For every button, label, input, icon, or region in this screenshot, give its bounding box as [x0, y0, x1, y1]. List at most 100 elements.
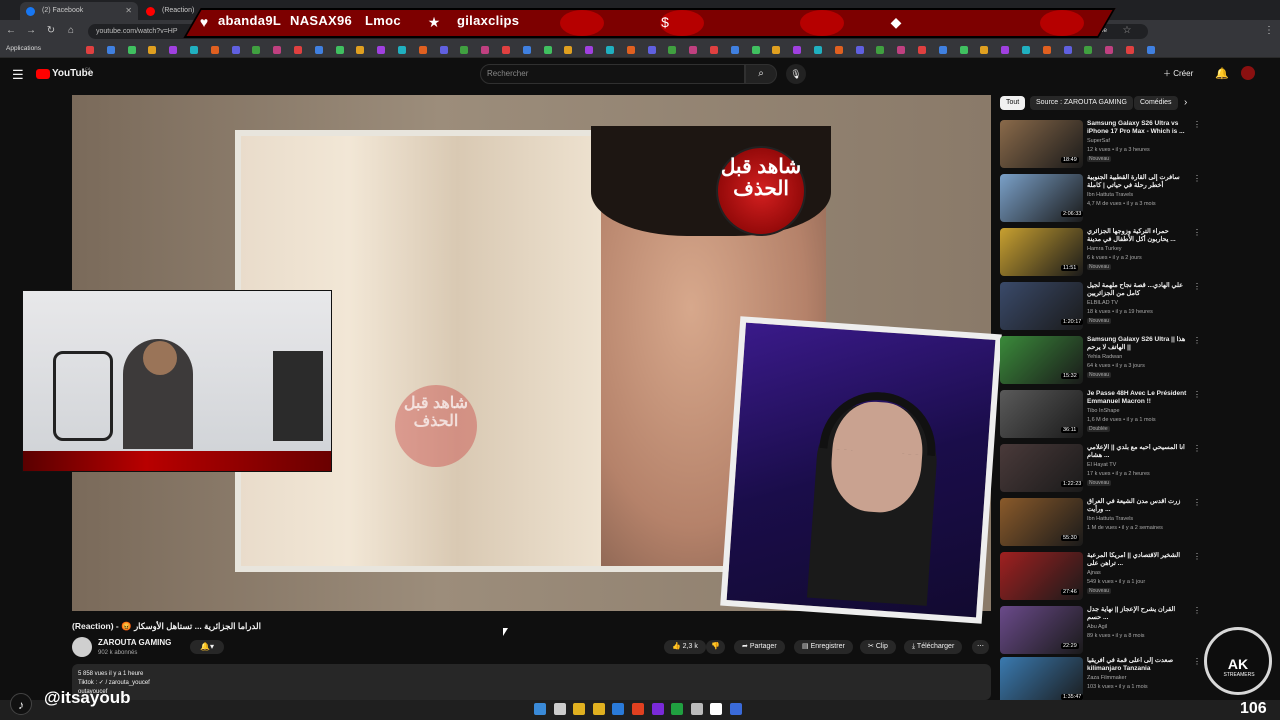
more-options-icon[interactable]: ⋮ — [1193, 552, 1201, 561]
more-options-icon[interactable]: ⋮ — [1193, 498, 1201, 507]
bookmark-icon[interactable] — [273, 46, 282, 54]
bookmark-icon[interactable] — [398, 46, 406, 54]
bookmark-icon[interactable] — [1063, 46, 1072, 54]
avatar[interactable] — [1241, 66, 1255, 80]
like-button[interactable]: 👍 2,3 k — [664, 640, 706, 654]
tab-reaction[interactable]: (Reaction) — [140, 2, 194, 20]
bookmark-icon[interactable] — [647, 46, 656, 54]
bookmark-icon[interactable] — [481, 46, 490, 54]
bookmark-icon[interactable] — [502, 46, 510, 54]
bookmark-icon[interactable] — [710, 46, 718, 54]
bookmark-icon[interactable] — [1146, 46, 1155, 54]
bookmark-icon[interactable] — [1126, 46, 1134, 54]
mic-icon[interactable]: 🎙 — [786, 64, 806, 84]
recommendation-item[interactable]: 18:49 Samsung Galaxy S26 Ultra vs iPhone … — [1000, 120, 1201, 172]
bookmark-applications[interactable]: Applications — [6, 45, 41, 52]
recommendation-item[interactable]: 1:20:17 علي الهادي... قصة نجاح ملهمة لجيل… — [1000, 282, 1201, 334]
bookmark-icon[interactable] — [1001, 46, 1010, 54]
bookmark-icon[interactable] — [127, 46, 136, 54]
app-icon[interactable] — [710, 703, 723, 715]
dislike-button[interactable]: 👎 — [706, 640, 725, 654]
bookmark-icon[interactable] — [460, 46, 469, 54]
recommendation-title[interactable]: زرت أقدس مدن الشيعة في العراق ورأيت ... — [1087, 498, 1187, 514]
recommendation-channel[interactable]: Zaza Filmmaker — [1087, 675, 1126, 681]
bookmark-icon[interactable] — [169, 46, 178, 54]
bookmark-icon[interactable] — [585, 46, 594, 54]
bookmark-icon[interactable] — [793, 46, 802, 54]
recommendation-title[interactable]: Samsung Galaxy S26 Ultra vs iPhone 17 Pr… — [1087, 120, 1187, 136]
discord-icon[interactable] — [651, 703, 664, 715]
bookmark-icon[interactable] — [356, 46, 365, 54]
share-button[interactable]: ➦ Partager — [734, 640, 785, 654]
recommendation-title[interactable]: علي الهادي... قصة نجاح ملهمة لجيل كامل م… — [1087, 282, 1187, 298]
recommendation-item[interactable]: 15:32 Samsung Galaxy S26 Ultra || هذا اله… — [1000, 336, 1201, 388]
more-options-icon[interactable]: ⋮ — [1193, 606, 1201, 615]
home-icon[interactable]: ⌂ — [64, 24, 78, 38]
recommendation-title[interactable]: سافرت إلى القارة القطبية الجنوبية أخطر ر… — [1087, 174, 1187, 190]
bookmark-icon[interactable] — [814, 46, 822, 54]
bookmark-icon[interactable] — [1084, 46, 1093, 54]
bookmark-icon[interactable] — [148, 46, 157, 54]
bookmark-icon[interactable] — [606, 46, 614, 54]
chip-all[interactable]: Tout — [1000, 96, 1026, 110]
video-description[interactable]: 5 858 vues il y a 1 heure Tiktok : ✓ / z… — [72, 664, 991, 700]
bookmark-icon[interactable] — [626, 46, 635, 54]
bookmark-icon[interactable] — [564, 46, 573, 54]
more-options-icon[interactable]: ⋮ — [1193, 120, 1201, 129]
bookmark-icon[interactable] — [834, 46, 843, 54]
bookmark-icon[interactable] — [689, 46, 698, 54]
reload-icon[interactable]: ↻ — [44, 24, 58, 38]
more-options-icon[interactable]: ⋮ — [1193, 228, 1201, 237]
windows-start-icon[interactable] — [534, 703, 546, 715]
bookmark-icon[interactable] — [231, 46, 240, 54]
bookmark-icon[interactable] — [897, 46, 906, 54]
search-input[interactable]: Rechercher — [480, 64, 745, 84]
recommendation-channel[interactable]: ELBILAD TV — [1087, 300, 1118, 306]
search-icon[interactable] — [553, 703, 566, 715]
recommendation-title[interactable]: Je Passe 48H Avec Le Président Emmanuel … — [1087, 390, 1187, 406]
recommendation-title[interactable]: القرآن يشرح الإعجاز || نهاية جدل حسم ... — [1087, 606, 1187, 622]
more-options-icon[interactable]: ⋮ — [1193, 282, 1201, 291]
bookmark-icon[interactable] — [668, 46, 677, 54]
star-icon[interactable]: ☆ — [1120, 24, 1134, 38]
channel-name[interactable]: ZAROUTA GAMING — [98, 638, 171, 647]
more-options-icon[interactable]: ⋮ — [1193, 390, 1201, 399]
bell-icon[interactable]: 🔔 — [1215, 67, 1229, 80]
recommendation-title[interactable]: أنا المسيحي أحبه مع بلدي || الإعلامي هشا… — [1087, 444, 1187, 460]
bookmark-icon[interactable] — [294, 46, 302, 54]
recommendation-channel[interactable]: Hamra Turkey — [1087, 246, 1122, 252]
recommendation-item[interactable]: 27:46 الشخير الاقتصادي || أمريكا المرعبة … — [1000, 552, 1201, 604]
bookmark-icon[interactable] — [252, 46, 261, 54]
search-icon[interactable]: ⌕ — [745, 64, 777, 84]
more-actions-button[interactable]: ⋯ — [972, 640, 989, 654]
file-explorer-icon[interactable] — [573, 703, 586, 715]
recommendation-item[interactable]: 55:30 زرت أقدس مدن الشيعة في العراق ورأيت… — [1000, 498, 1201, 550]
recommendation-channel[interactable]: Yehia Radwan — [1087, 354, 1122, 360]
recommendation-title[interactable]: Samsung Galaxy S26 Ultra || هذا الهاتف ل… — [1087, 336, 1187, 352]
bookmark-icon[interactable] — [522, 46, 531, 54]
chip-source[interactable]: Source : ZAROUTA GAMING — [1030, 96, 1133, 110]
download-button[interactable]: ⤓ Télécharger — [904, 640, 963, 654]
bookmark-icon[interactable] — [980, 46, 989, 54]
recommendation-channel[interactable]: Ajnas — [1087, 570, 1101, 576]
recommendation-channel[interactable]: SuperSaf — [1087, 138, 1110, 144]
channel-avatar[interactable] — [72, 637, 92, 657]
recommendation-item[interactable]: 36:11 Je Passe 48H Avec Le Président Emma… — [1000, 390, 1201, 442]
bookmark-icon[interactable] — [86, 46, 94, 54]
recommendation-item[interactable]: 22:29 القرآن يشرح الإعجاز || نهاية جدل حس… — [1000, 606, 1201, 658]
bookmark-icon[interactable] — [751, 46, 760, 54]
bookmark-icon[interactable] — [314, 46, 323, 54]
bookmark-icon[interactable] — [377, 46, 386, 54]
bookmark-icon[interactable] — [418, 46, 427, 54]
bookmark-icon[interactable] — [730, 46, 739, 54]
more-options-icon[interactable]: ⋮ — [1193, 336, 1201, 345]
bookmark-icon[interactable] — [1022, 46, 1030, 54]
more-options-icon[interactable]: ⋮ — [1193, 444, 1201, 453]
bookmark-icon[interactable] — [855, 46, 864, 54]
forward-icon[interactable]: → — [24, 24, 38, 38]
recommendation-item[interactable]: 2:06:33 سافرت إلى القارة القطبية الجنوبية… — [1000, 174, 1201, 226]
hamburger-menu-icon[interactable]: ☰ — [12, 67, 24, 83]
bookmark-icon[interactable] — [210, 46, 219, 54]
bookmark-icon[interactable] — [772, 46, 781, 54]
bookmark-icon[interactable] — [918, 46, 926, 54]
